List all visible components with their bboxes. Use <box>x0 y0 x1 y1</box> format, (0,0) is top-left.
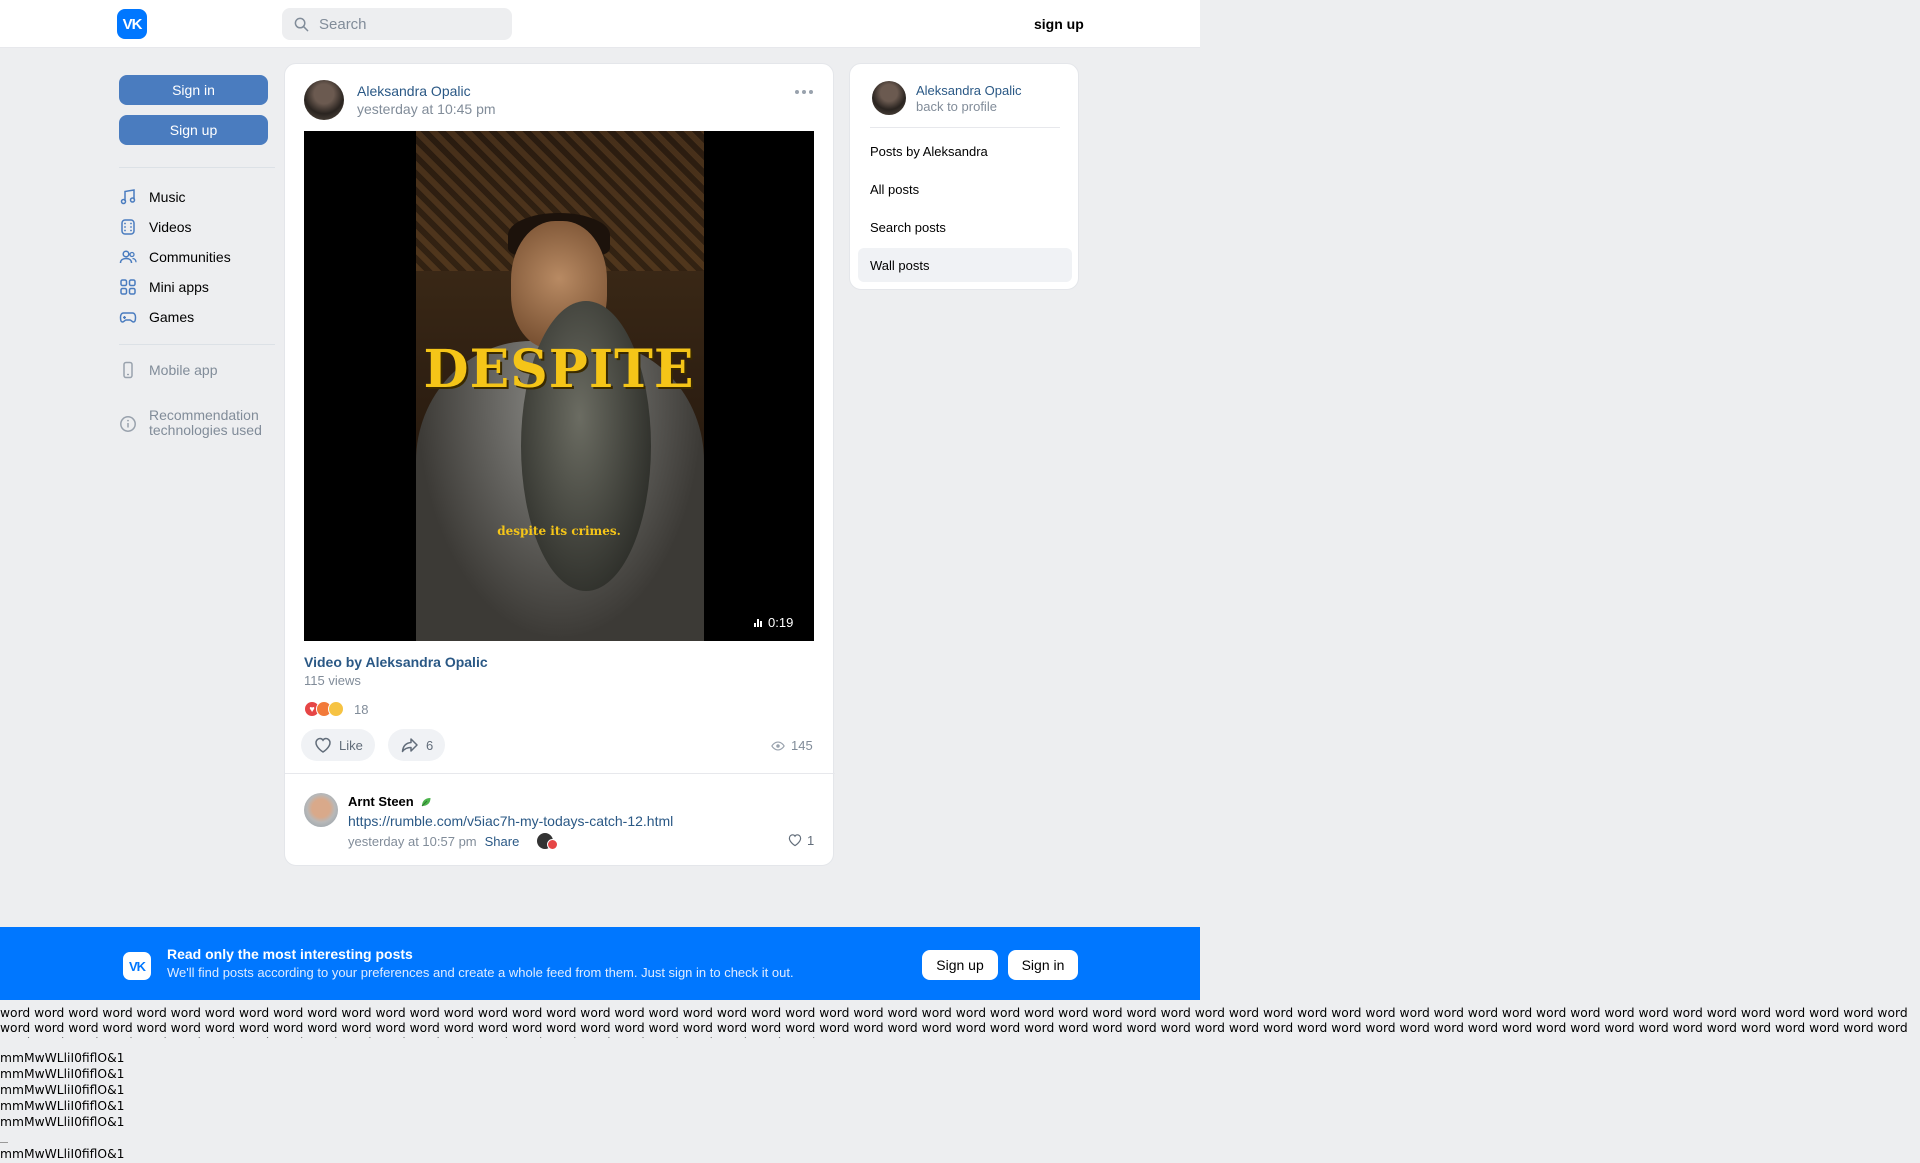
views-counter: 145 <box>771 738 813 753</box>
side-item-wall-posts[interactable]: Wall posts <box>858 248 1072 282</box>
sidebar-item-label: Games <box>149 309 195 325</box>
profile-name[interactable]: Aleksandra Opalic <box>916 83 1022 98</box>
comment-author[interactable]: Arnt Steen <box>348 794 432 809</box>
music-note-icon <box>120 189 136 205</box>
profile-avatar[interactable] <box>872 81 906 115</box>
sidebar-item-recommendation[interactable]: Recommendation technologies used <box>119 408 269 438</box>
signup-button[interactable]: Sign up <box>119 115 268 145</box>
views-count: 145 <box>791 738 813 753</box>
search-input[interactable] <box>319 15 499 33</box>
sidebar-item-label: Recommendation technologies used <box>149 407 262 438</box>
reactions-summary[interactable]: ♥ 18 <box>304 701 368 717</box>
back-to-profile-link[interactable]: back to profile <box>916 99 997 114</box>
sidebar-item-label: Videos <box>149 219 192 235</box>
side-item-search-posts[interactable]: Search posts <box>858 210 1072 244</box>
more-options-icon[interactable] <box>795 90 813 94</box>
sidebar-divider <box>119 344 275 345</box>
sidebar-item-mobile-app[interactable]: Mobile app <box>119 360 218 380</box>
comment-like-count: 1 <box>807 832 815 848</box>
font-test-line: mmMwWLliI0fiflO&1 <box>0 1099 125 1113</box>
share-arrow-icon <box>401 738 418 753</box>
grid-icon <box>120 279 136 295</box>
duration-label: 0:19 <box>768 615 794 630</box>
header-signup-link[interactable]: sign up <box>1034 16 1084 32</box>
comment-share-link[interactable]: Share <box>485 834 520 849</box>
side-item-posts-by[interactable]: Posts by Aleksandra <box>858 134 1072 168</box>
sidebar-item-label: Communities <box>149 249 231 265</box>
share-count: 6 <box>426 737 434 753</box>
video-title[interactable]: Video by Aleksandra Opalic <box>304 654 488 670</box>
sidebar-item-games[interactable]: Games <box>119 307 194 327</box>
post-card: Aleksandra Opalic yesterday at 10:45 pm … <box>284 63 835 866</box>
post-divider <box>285 773 835 774</box>
post-timestamp[interactable]: yesterday at 10:45 pm <box>357 101 496 117</box>
font-test-line: mmMwWLliI0fiflO&1 <box>0 1115 125 1129</box>
video-film-icon <box>121 219 135 235</box>
post-author-name[interactable]: Aleksandra Opalic <box>357 83 471 99</box>
comment-timestamp[interactable]: yesterday at 10:57 pm <box>348 834 477 849</box>
video-overlay-text: DESPITE <box>423 339 695 400</box>
font-test-line: mmMwWLliI0fiflO&1 <box>0 1147 125 1161</box>
top-header: VK sign up <box>0 0 1200 48</box>
vk-logo: VK <box>123 952 151 980</box>
comment-author-name: Arnt Steen <box>348 794 414 809</box>
comment-meta: yesterday at 10:57 pm Share <box>348 833 561 850</box>
sidebar-divider <box>119 167 275 168</box>
sad-reaction-icon <box>328 701 344 717</box>
word-filler-text: word word word word word word word word … <box>0 1006 1908 1038</box>
vk-logo[interactable]: VK <box>117 9 147 39</box>
eye-icon <box>771 740 785 751</box>
sidebar-item-videos[interactable]: Videos <box>119 217 192 237</box>
sidebar-item-communities[interactable]: Communities <box>119 247 231 267</box>
comment-reaction-avatars[interactable] <box>537 833 561 850</box>
font-test-lines: mmMwWLliI0fiflO&1 mmMwWLliI0fiflO&1 mmMw… <box>0 1050 125 1130</box>
signin-promo-banner: VK Read only the most interesting posts … <box>0 927 1200 1000</box>
like-label: Like <box>339 737 363 753</box>
video-subtitle: despite its crimes. <box>497 524 621 538</box>
video-views: 115 views <box>304 673 361 688</box>
phone-icon <box>123 361 133 379</box>
heart-icon <box>315 737 331 753</box>
side-card-divider <box>870 127 1060 128</box>
author-avatar[interactable] <box>304 80 344 120</box>
sidebar-item-label: Mobile app <box>149 362 218 378</box>
comment-link[interactable]: https://rumble.com/v5iac7h-my-todays-cat… <box>348 813 673 829</box>
reactions-count: 18 <box>354 701 369 717</box>
sidebar-item-music[interactable]: Music <box>119 187 186 207</box>
users-icon <box>119 250 137 264</box>
signin-button[interactable]: Sign in <box>119 75 268 105</box>
banner-signup-button[interactable]: Sign up <box>922 950 998 980</box>
leaf-icon <box>421 797 431 806</box>
side-item-all-posts[interactable]: All posts <box>858 172 1072 206</box>
banner-signin-button[interactable]: Sign in <box>1008 950 1078 980</box>
commenter-avatar[interactable] <box>304 793 338 827</box>
sidebar-item-label: Music <box>149 189 186 205</box>
font-test-line: mmMwWLliI0fiflO&1 <box>0 1083 125 1097</box>
sound-bars-icon <box>754 618 762 627</box>
font-test-line: mmMwWLliI0fiflO&1 <box>0 1067 125 1081</box>
banner-text: We'll find posts according to your prefe… <box>167 965 794 980</box>
profile-side-card: Aleksandra Opalic back to profile Posts … <box>849 63 1079 290</box>
font-test-line: mmMwWLliI0fiflO&1 <box>0 1051 125 1065</box>
search-box[interactable] <box>282 8 512 40</box>
video-duration: 0:19 <box>754 615 793 630</box>
search-icon <box>294 17 309 31</box>
share-button[interactable]: 6 <box>388 729 446 761</box>
sidebar-item-label: Mini apps <box>149 279 209 295</box>
info-icon <box>120 416 136 432</box>
divider-tick <box>0 1142 8 1143</box>
gamepad-icon <box>119 312 137 323</box>
sidebar-item-mini-apps[interactable]: Mini apps <box>119 277 209 297</box>
like-button[interactable]: Like <box>301 729 375 761</box>
heart-icon <box>788 834 802 847</box>
comment-like-button[interactable]: 1 <box>787 832 814 848</box>
banner-title: Read only the most interesting posts <box>167 946 413 962</box>
video-player[interactable]: DESPITE despite its crimes. 0:19 <box>304 131 814 641</box>
